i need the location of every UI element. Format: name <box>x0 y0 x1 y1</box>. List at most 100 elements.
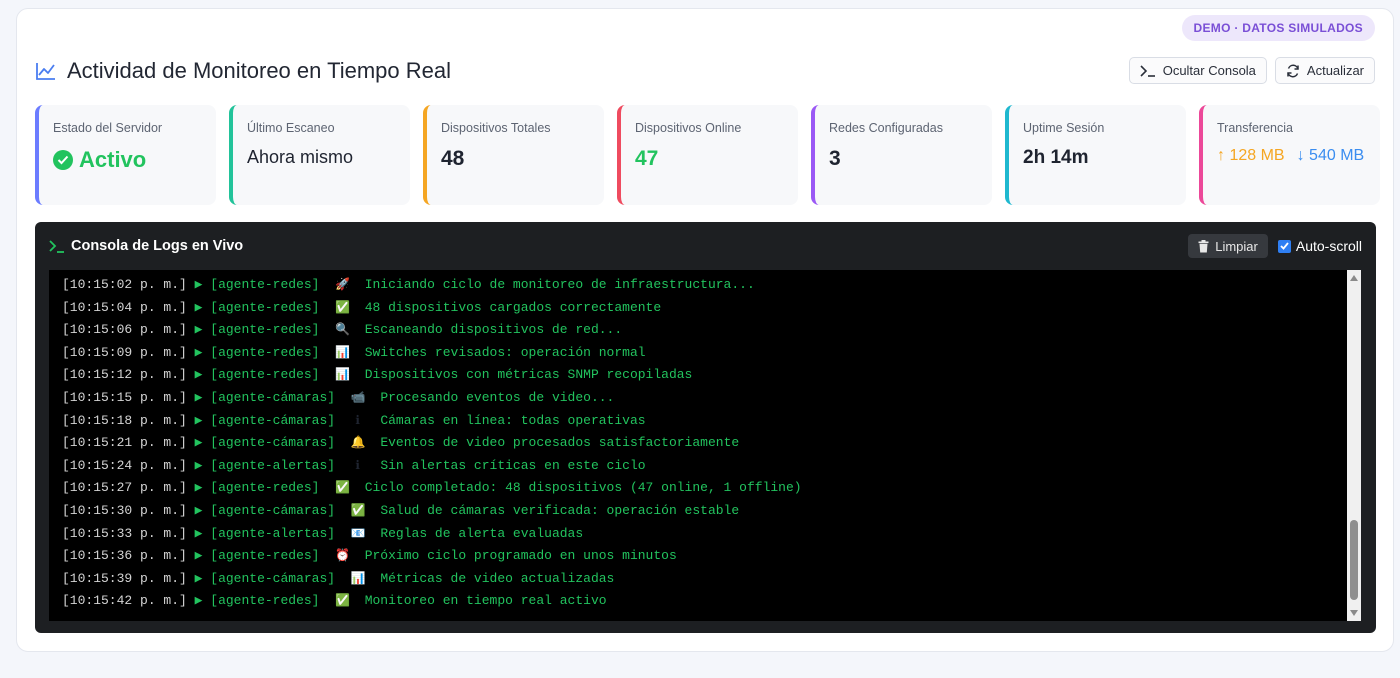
mail-icon: 📧 <box>350 526 366 541</box>
log-message: Dispositivos con métricas SNMP recopilad… <box>364 367 693 383</box>
log-message: Switches revisados: operación normal <box>364 344 646 360</box>
log-timestamp: [10:15:04 p. m.] <box>62 299 187 315</box>
log-timestamp: [10:15:18 p. m.] <box>62 412 187 428</box>
stat-label: Último Escaneo <box>247 121 335 135</box>
check-icon: ✅ <box>350 503 366 518</box>
log-message: Reglas de alerta evaluadas <box>380 525 584 541</box>
log-timestamp: [10:15:15 p. m.] <box>62 389 187 405</box>
hide-console-button[interactable]: Ocultar Consola <box>1128 57 1267 84</box>
log-message: Sin alertas críticas en este ciclo <box>380 457 646 473</box>
play-arrow-icon: ▶ <box>186 570 211 586</box>
log-output[interactable]: [10:15:02 p. m.] ▶ [agente-redes] 🚀 Inic… <box>49 270 1361 621</box>
log-message: Ciclo completado: 48 dispositivos (47 on… <box>364 480 802 496</box>
play-arrow-icon: ▶ <box>186 525 211 541</box>
autoscroll-toggle[interactable]: Auto-scroll <box>1277 238 1362 254</box>
log-console: Consola de Logs en Vivo Limpiar Auto-scr… <box>35 222 1376 633</box>
play-arrow-icon: ▶ <box>186 593 211 609</box>
log-agent: [agente-redes] <box>210 548 320 564</box>
upload-value: ↑ 128 MB <box>1217 147 1285 165</box>
terminal-icon <box>49 239 64 253</box>
log-agent: [agente-cámaras] <box>210 435 336 451</box>
stat-label: Dispositivos Online <box>635 121 742 135</box>
refresh-button[interactable]: Actualizar <box>1274 57 1375 84</box>
check-icon: ✅ <box>335 300 351 315</box>
play-arrow-icon: ▶ <box>186 480 211 496</box>
log-line: [10:15:33 p. m.] ▶ [agente-alertas] 📧 Re… <box>49 523 1361 546</box>
log-message: Iniciando ciclo de monitoreo de infraest… <box>364 277 755 292</box>
arrow-up-icon: ↑ <box>1217 147 1225 164</box>
log-timestamp: [10:15:42 p. m.] <box>62 593 187 609</box>
scroll-thumb[interactable] <box>1350 520 1358 600</box>
log-line: [10:15:42 p. m.] ▶ [agente-redes] ✅ Moni… <box>49 590 1361 613</box>
header-actions: Ocultar Consola Actualizar <box>1128 57 1375 84</box>
log-line: [10:15:02 p. m.] ▶ [agente-redes] 🚀 Inic… <box>49 274 1361 297</box>
scroll-down-arrow[interactable] <box>1350 610 1358 616</box>
chart-icon: 📊 <box>335 345 351 360</box>
log-line: [10:15:18 p. m.] ▶ [agente-cámaras] ℹ Cá… <box>49 410 1361 433</box>
line-chart-icon <box>36 63 55 80</box>
scroll-up-arrow[interactable] <box>1350 275 1358 281</box>
play-arrow-icon: ▶ <box>186 277 211 292</box>
log-line: [10:15:24 p. m.] ▶ [agente-alertas] ℹ Si… <box>49 455 1361 478</box>
log-message: Cámaras en línea: todas operativas <box>380 412 646 428</box>
stat-total-devices: Dispositivos Totales 48 <box>423 105 604 205</box>
console-tools: Limpiar Auto-scroll <box>1188 234 1362 258</box>
info-icon: ℹ <box>355 458 360 473</box>
stat-transfer: Transferencia ↑ 128 MB ↓ 540 MB <box>1199 105 1380 205</box>
upload-amount: 128 MB <box>1229 147 1285 164</box>
log-message: Métricas de video actualizadas <box>380 570 615 586</box>
log-agent: [agente-alertas] <box>210 457 336 473</box>
log-scrollbar[interactable] <box>1347 270 1361 621</box>
play-arrow-icon: ▶ <box>186 344 211 360</box>
log-message: Escaneando dispositivos de red... <box>364 322 623 338</box>
log-timestamp: [10:15:24 p. m.] <box>62 457 187 473</box>
log-agent: [agente-redes] <box>210 322 320 338</box>
chart-icon: 📊 <box>335 368 351 383</box>
check-icon: ✅ <box>335 481 351 496</box>
play-arrow-icon: ▶ <box>186 457 211 473</box>
bell-icon: 🔔 <box>350 436 366 451</box>
log-message: Eventos de video procesados satisfactori… <box>380 435 740 451</box>
log-agent: [agente-alertas] <box>210 525 336 541</box>
log-message: Próximo ciclo programado en unos minutos <box>364 548 677 564</box>
log-message: Salud de cámaras verificada: operación e… <box>380 502 740 518</box>
transfer-values: ↑ 128 MB ↓ 540 MB <box>1217 147 1366 165</box>
log-line: [10:15:30 p. m.] ▶ [agente-cámaras] ✅ Sa… <box>49 500 1361 523</box>
stats-row: Estado del Servidor Activo Último Escane… <box>35 105 1380 205</box>
page-header: Actividad de Monitoreo en Tiempo Real <box>35 57 451 85</box>
clear-logs-label: Limpiar <box>1215 238 1258 254</box>
log-agent: [agente-redes] <box>210 344 320 360</box>
stat-uptime: Uptime Sesión 2h 14m <box>1005 105 1186 205</box>
log-line: [10:15:04 p. m.] ▶ [agente-redes] ✅ 48 d… <box>49 297 1361 320</box>
autoscroll-checkbox[interactable] <box>1277 239 1291 253</box>
stat-value: 47 <box>635 147 659 170</box>
stat-label: Dispositivos Totales <box>441 121 551 135</box>
autoscroll-label: Auto-scroll <box>1295 238 1362 254</box>
log-agent: [agente-redes] <box>210 277 320 292</box>
play-arrow-icon: ▶ <box>186 299 211 315</box>
refresh-icon <box>1287 64 1299 77</box>
log-line: [10:15:39 p. m.] ▶ [agente-cámaras] 📊 Mé… <box>49 568 1361 591</box>
log-timestamp: [10:15:27 p. m.] <box>62 480 187 496</box>
console-title-text: Consola de Logs en Vivo <box>71 238 244 254</box>
clear-logs-button[interactable]: Limpiar <box>1188 234 1268 258</box>
log-line: [10:15:36 p. m.] ▶ [agente-redes] ⏰ Próx… <box>49 545 1361 568</box>
info-icon: ℹ <box>355 413 360 428</box>
play-arrow-icon: ▶ <box>186 412 211 428</box>
log-agent: [agente-cámaras] <box>210 389 336 405</box>
magnifier-icon: 🔍 <box>335 323 351 338</box>
stat-last-scan: Último Escaneo Ahora mismo <box>229 105 410 205</box>
server-status-value: Activo <box>79 147 147 172</box>
stat-value: 2h 14m <box>1023 147 1089 168</box>
log-line: [10:15:06 p. m.] ▶ [agente-redes] 🔍 Esca… <box>49 319 1361 342</box>
log-timestamp: [10:15:30 p. m.] <box>62 502 187 518</box>
log-timestamp: [10:15:39 p. m.] <box>62 570 187 586</box>
stat-server-status: Estado del Servidor Activo <box>35 105 216 205</box>
check-circle-icon <box>53 150 73 170</box>
checkmark-icon <box>1280 242 1289 250</box>
log-agent: [agente-cámaras] <box>210 570 336 586</box>
log-line: [10:15:15 p. m.] ▶ [agente-cámaras] 📹 Pr… <box>49 387 1361 410</box>
camera-icon: 📹 <box>350 390 366 405</box>
stat-value: Ahora mismo <box>247 147 354 167</box>
log-agent: [agente-redes] <box>210 367 320 383</box>
